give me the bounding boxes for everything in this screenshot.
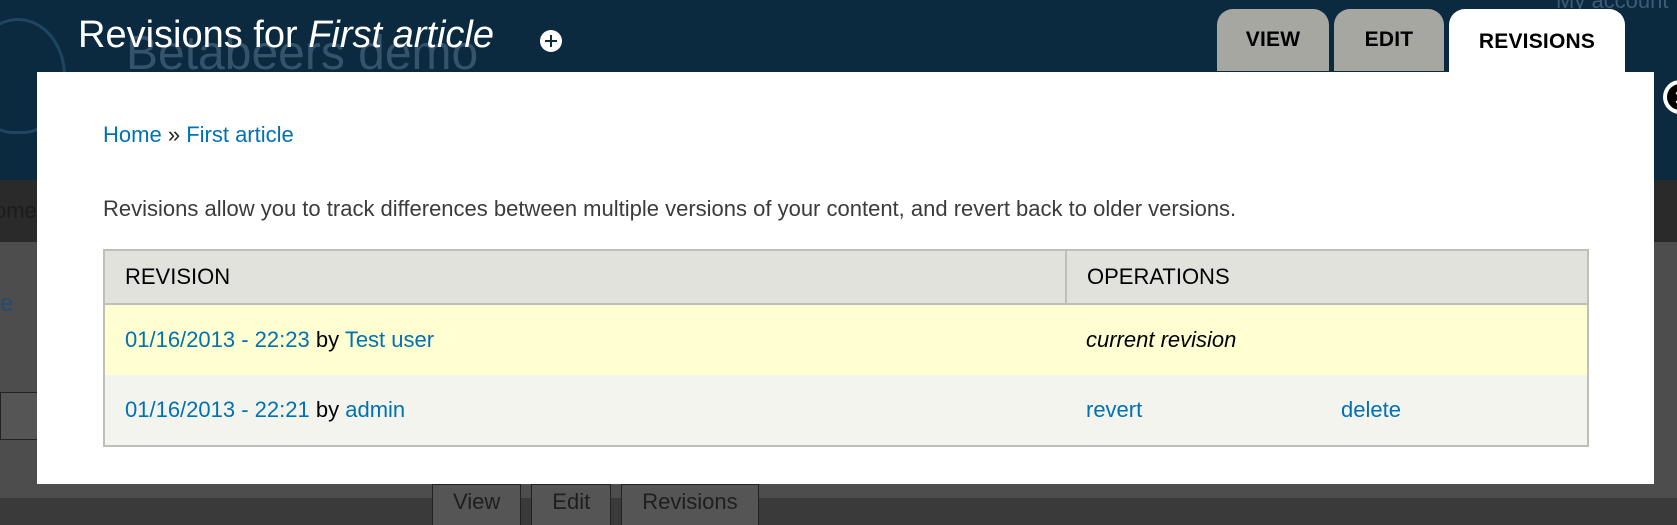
tab-revisions[interactable]: REVISIONS (1449, 9, 1625, 75)
background-tab-revisions: Revisions (621, 484, 759, 525)
revisions-table: REVISION OPERATIONS 01/16/2013 - 22:23 b… (103, 249, 1589, 447)
operations-cell: revert delete (1066, 375, 1588, 446)
background-tab-edit: Edit (531, 484, 612, 525)
overlay-title: Revisions for First article (78, 14, 494, 57)
add-shortcut-icon[interactable] (540, 30, 562, 52)
table-header-row: REVISION OPERATIONS (104, 250, 1588, 305)
background-link-fragment: e (0, 290, 14, 317)
current-revision-label: current revision (1086, 327, 1237, 352)
table-row: 01/16/2013 - 22:21 by admin revert delete (104, 375, 1588, 446)
tab-edit[interactable]: EDIT (1334, 9, 1444, 71)
background-box (0, 392, 42, 440)
revision-author-link[interactable]: Test user (345, 327, 434, 352)
revision-date-link[interactable]: 01/16/2013 - 22:21 (125, 397, 310, 422)
overlay-title-prefix: Revisions for (78, 14, 309, 56)
overlay-content: Home » First article Revisions allow you… (37, 72, 1654, 484)
tab-view[interactable]: VIEW (1217, 9, 1329, 71)
background-nav-fragment: ome (0, 198, 37, 223)
background-tab-view: View (432, 484, 522, 525)
column-header-revision: REVISION (104, 250, 1067, 305)
overlay-title-node: First article (308, 14, 494, 56)
revision-date-link[interactable]: 01/16/2013 - 22:23 (125, 327, 310, 352)
breadcrumb: Home » First article (103, 122, 294, 148)
table-row: 01/16/2013 - 22:23 by Test user current … (104, 304, 1588, 375)
help-text: Revisions allow you to track differences… (103, 196, 1237, 221)
operations-cell: current revision (1066, 304, 1588, 375)
revision-cell: 01/16/2013 - 22:21 by admin (104, 375, 1066, 446)
breadcrumb-separator: » (167, 122, 181, 147)
revision-author-link[interactable]: admin (345, 397, 405, 422)
delete-link[interactable]: delete (1341, 397, 1401, 423)
revert-link[interactable]: revert (1086, 397, 1341, 423)
breadcrumb-article-link[interactable]: First article (186, 122, 294, 147)
revision-cell: 01/16/2013 - 22:23 by Test user (104, 304, 1066, 375)
revision-by-text: by (315, 397, 340, 422)
background-tabs: View Edit Revisions (432, 484, 759, 525)
revision-by-text: by (315, 327, 340, 352)
column-header-operations: OPERATIONS (1066, 250, 1588, 305)
close-icon: × (1673, 83, 1677, 111)
breadcrumb-home-link[interactable]: Home (103, 122, 162, 147)
